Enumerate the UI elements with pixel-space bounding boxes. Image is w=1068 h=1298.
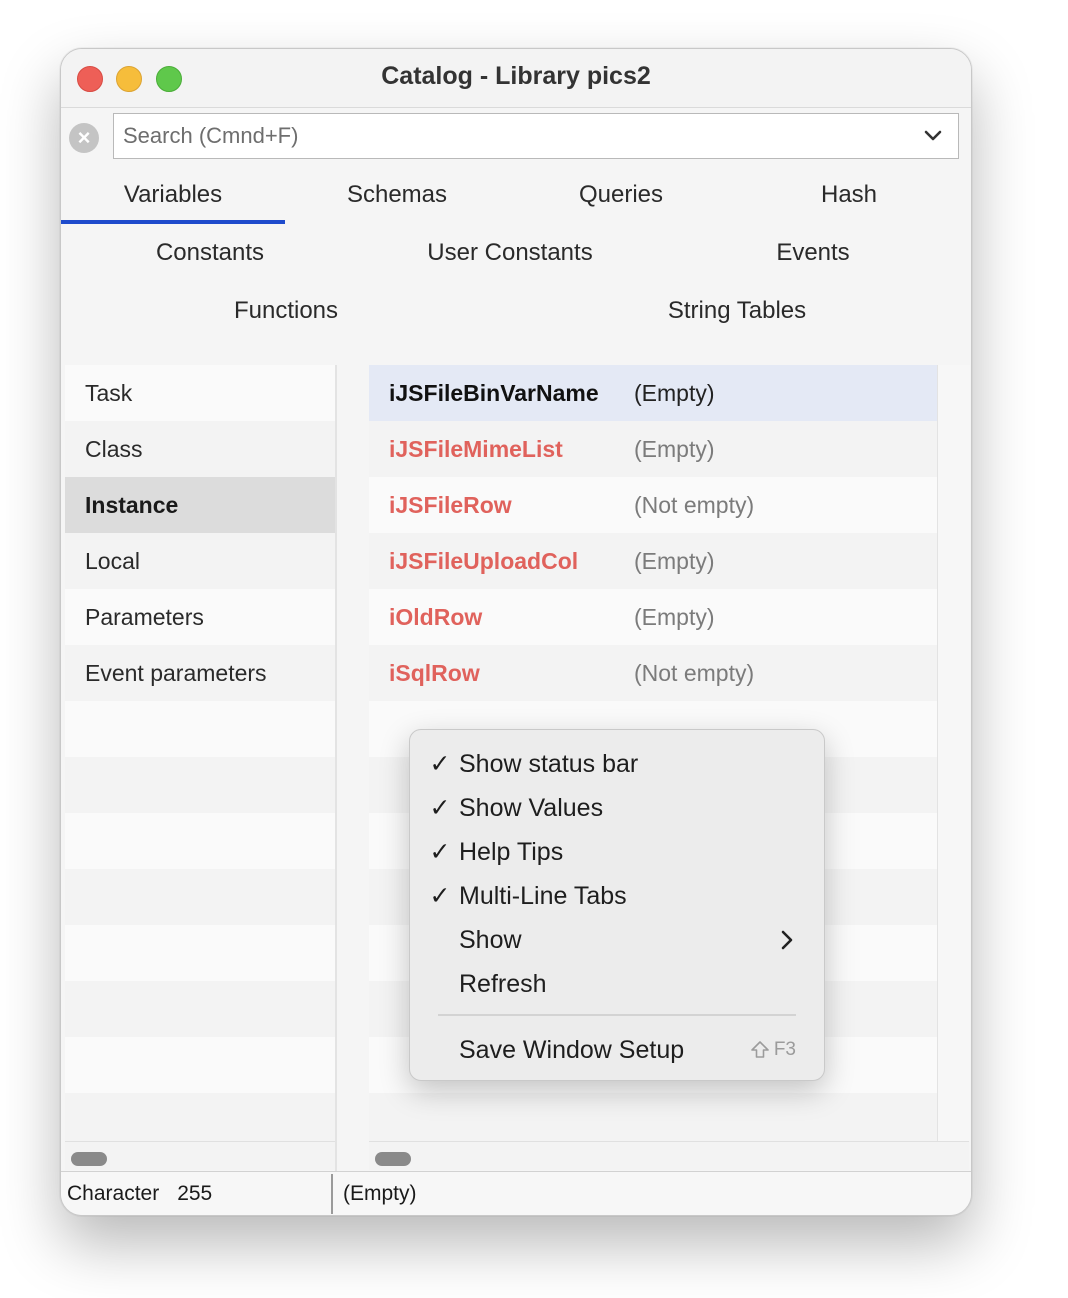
variable-name: iJSFileUploadCol	[389, 548, 579, 574]
variable-value: (Empty)	[634, 436, 715, 462]
keyboard-shortcut: F3	[750, 1028, 796, 1072]
tab-variables[interactable]: Variables	[61, 175, 285, 215]
variable-value: (Empty)	[634, 548, 715, 574]
status-value: (Empty)	[343, 1182, 417, 1205]
shortcut-key: F3	[773, 1039, 796, 1060]
title-bar[interactable]: Catalog - Library pics2	[61, 49, 971, 108]
tab-string-tables[interactable]: String Tables	[511, 291, 963, 331]
empty-row	[65, 701, 335, 757]
menu-separator	[438, 1014, 796, 1016]
shift-key-icon	[751, 1041, 769, 1058]
variable-row[interactable]: iJSFileBinVarName (Empty)	[369, 365, 937, 421]
empty-row	[65, 981, 335, 1037]
search-combo[interactable]	[113, 113, 959, 159]
tab-schemas[interactable]: Schemas	[285, 175, 509, 215]
scope-item-task[interactable]: Task	[65, 365, 335, 421]
empty-row	[65, 925, 335, 981]
menu-item-label: Refresh	[459, 970, 547, 998]
menu-item-label: Show Values	[459, 794, 604, 822]
search-input[interactable]	[114, 114, 914, 158]
tab-events[interactable]: Events	[661, 233, 965, 273]
status-length: 255	[177, 1182, 213, 1205]
status-type-info: Character 255	[67, 1182, 212, 1206]
scope-list[interactable]: Task Class Instance Local Parameters Eve…	[65, 365, 335, 1149]
variable-value: (Not empty)	[634, 660, 755, 686]
tab-constants[interactable]: Constants	[61, 233, 359, 273]
variable-value: (Empty)	[634, 380, 715, 406]
pane-divider[interactable]	[335, 365, 337, 1171]
checkmark-icon: ✓	[429, 794, 451, 822]
variable-value: (Not empty)	[634, 492, 755, 518]
menu-item-label: Multi-Line Tabs	[459, 882, 627, 910]
variable-name: iJSFileBinVarName	[389, 380, 599, 406]
status-bar: Character 255 (Empty)	[61, 1171, 971, 1215]
menu-item-label: Save Window Setup	[459, 1036, 685, 1064]
checkmark-icon: ✓	[429, 838, 451, 866]
tab-user-constants[interactable]: User Constants	[359, 233, 661, 273]
clear-search-icon[interactable]: ×	[69, 123, 99, 153]
window-title: Catalog - Library pics2	[381, 62, 651, 90]
scope-item-local[interactable]: Local	[65, 533, 335, 589]
menu-item-label: Show	[459, 926, 522, 954]
variable-list-vertical-scrollbar[interactable]	[937, 365, 970, 1141]
scope-item-class[interactable]: Class	[65, 421, 335, 477]
scope-list-scroll-thumb[interactable]	[71, 1152, 107, 1166]
variable-list-scroll-thumb[interactable]	[375, 1152, 411, 1166]
tab-hash[interactable]: Hash	[733, 175, 965, 215]
variable-name: iJSFileMimeList	[389, 436, 563, 462]
tab-functions[interactable]: Functions	[61, 291, 511, 331]
tab-queries[interactable]: Queries	[509, 175, 733, 215]
status-divider	[331, 1174, 333, 1214]
active-tab-indicator	[61, 220, 285, 224]
empty-row	[65, 869, 335, 925]
menu-item-save-window-setup[interactable]: Save Window Setup F3	[410, 1028, 824, 1072]
variable-name: iOldRow	[389, 604, 483, 630]
checkmark-icon: ✓	[429, 750, 451, 778]
scope-list-scrollbar[interactable]	[65, 1141, 335, 1170]
menu-item-show-values[interactable]: ✓ Show Values	[410, 786, 824, 830]
scope-item-event-parameters[interactable]: Event parameters	[65, 645, 335, 701]
menu-item-multi-line-tabs[interactable]: ✓ Multi-Line Tabs	[410, 874, 824, 918]
scope-item-parameters[interactable]: Parameters	[65, 589, 335, 645]
variable-row[interactable]: iJSFileMimeList (Empty)	[369, 421, 937, 477]
menu-item-show-status-bar[interactable]: ✓ Show status bar	[410, 742, 824, 786]
empty-row	[65, 813, 335, 869]
context-menu: ✓ Show status bar ✓ Show Values ✓ Help T…	[409, 729, 825, 1081]
chevron-down-icon[interactable]	[922, 124, 944, 146]
menu-item-show[interactable]: Show	[410, 918, 824, 962]
menu-item-refresh[interactable]: Refresh	[410, 962, 824, 1006]
menu-item-label: Show status bar	[459, 750, 639, 778]
variable-value: (Empty)	[634, 604, 715, 630]
menu-item-label: Help Tips	[459, 838, 564, 866]
variable-name: iSqlRow	[389, 660, 480, 686]
checkmark-icon: ✓	[429, 882, 451, 910]
status-type: Character	[67, 1182, 160, 1205]
variable-list-scrollbar[interactable]	[369, 1141, 969, 1170]
empty-row	[65, 757, 335, 813]
variable-row[interactable]: iJSFileUploadCol (Empty)	[369, 533, 937, 589]
submenu-arrow-icon	[781, 930, 793, 950]
empty-row	[65, 1037, 335, 1093]
variable-row[interactable]: iSqlRow (Not empty)	[369, 645, 937, 701]
variable-row[interactable]: iJSFileRow (Not empty)	[369, 477, 937, 533]
scope-item-instance[interactable]: Instance	[65, 477, 335, 533]
variable-name: iJSFileRow	[389, 492, 512, 518]
variable-row[interactable]: iOldRow (Empty)	[369, 589, 937, 645]
menu-item-help-tips[interactable]: ✓ Help Tips	[410, 830, 824, 874]
